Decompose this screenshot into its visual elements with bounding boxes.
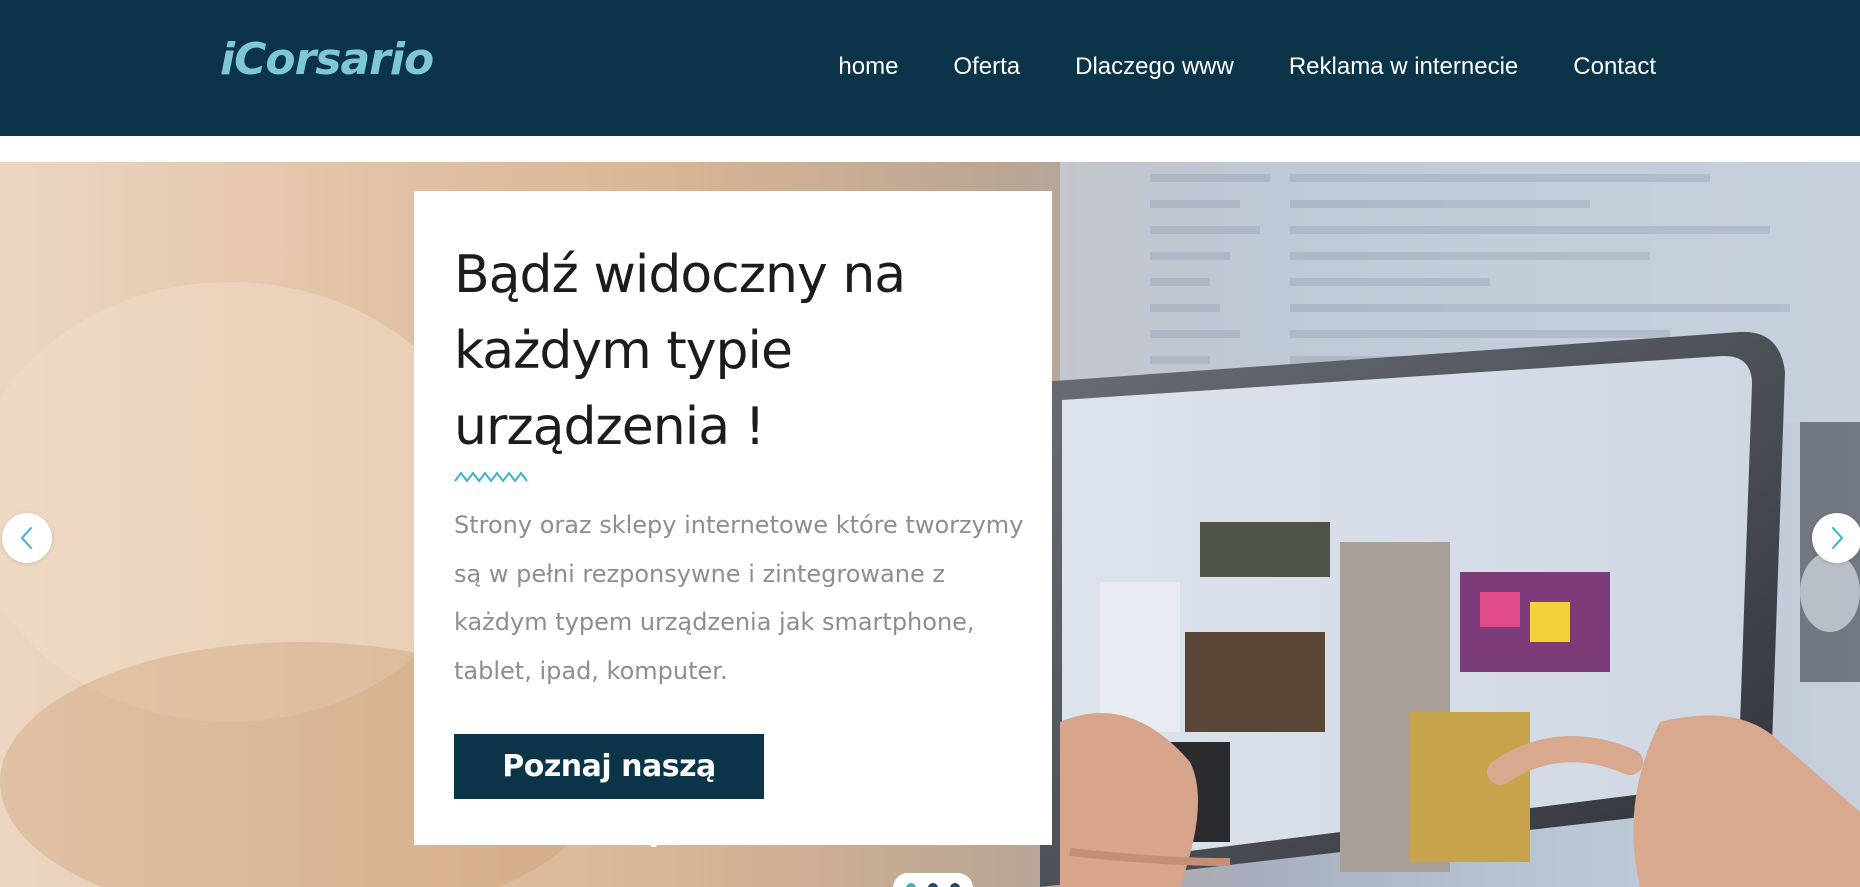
nav-item-contact[interactable]: Contact <box>1573 48 1656 86</box>
main-menu: home Oferta Dlaczego www Reklama w inter… <box>838 48 1656 86</box>
slider-next-button[interactable] <box>1812 513 1860 563</box>
slider-prev-button[interactable] <box>2 513 52 563</box>
hero-slider: Bądź widoczny na każdym typie urządzenia… <box>0 162 1860 887</box>
nav-item-home[interactable]: home <box>838 48 898 86</box>
top-navbar: iCorsario home Oferta Dlaczego www Rekla… <box>0 0 1860 136</box>
hero-description: Strony oraz sklepy internetowe które two… <box>454 511 1024 685</box>
nav-item-dlaczego-www[interactable]: Dlaczego www <box>1075 48 1234 86</box>
header-spacer <box>0 136 1860 162</box>
chevron-left-icon <box>20 527 32 549</box>
slider-dot-2[interactable] <box>928 883 938 887</box>
view-offer-button[interactable]: Poznaj naszą ofertę <box>454 734 764 849</box>
slider-dot-3[interactable] <box>950 883 960 887</box>
chevron-right-icon <box>1832 527 1844 549</box>
nav-item-reklama[interactable]: Reklama w internecie <box>1289 48 1518 86</box>
slider-pagination <box>893 873 973 887</box>
hero-title: Bądź widoczny na każdym typie urządzenia… <box>454 245 906 457</box>
hero-card: Bądź widoczny na każdym typie urządzenia… <box>414 191 1052 849</box>
nav-item-oferta[interactable]: Oferta <box>953 48 1020 86</box>
site-logo[interactable]: iCorsario <box>220 30 434 90</box>
slider-dot-1[interactable] <box>906 883 916 887</box>
wave-divider-icon <box>454 471 528 483</box>
